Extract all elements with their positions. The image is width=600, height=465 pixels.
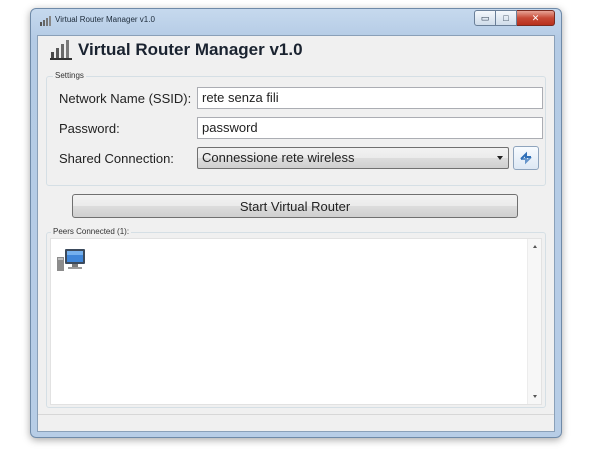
title-bar[interactable]: Virtual Router Manager v1.0 ▭ □ ✕	[31, 9, 561, 35]
minimize-button[interactable]: ▭	[474, 10, 496, 26]
start-button-label: Start Virtual Router	[239, 198, 351, 214]
page-title: Virtual Router Manager v1.0	[78, 40, 303, 59]
ssid-label: Network Name (SSID):	[59, 91, 192, 106]
router-signal-icon	[50, 40, 72, 60]
chevron-down-icon	[497, 156, 503, 160]
computer-icon	[57, 249, 85, 271]
vertical-scrollbar[interactable]	[527, 239, 541, 404]
app-window: Virtual Router Manager v1.0 ▭ □ ✕ Virtua…	[30, 8, 562, 438]
ssid-input[interactable]: rete senza fili	[197, 87, 543, 109]
window-title: Virtual Router Manager v1.0	[55, 15, 155, 24]
shared-connection-value: Connessione rete wireless	[202, 150, 355, 165]
peers-list[interactable]	[50, 238, 542, 405]
page-heading: Virtual Router Manager v1.0	[50, 40, 303, 60]
app-icon	[40, 16, 51, 26]
start-virtual-router-button[interactable]: Start Virtual Router	[72, 194, 518, 218]
list-item[interactable]	[57, 247, 89, 275]
peers-group: Peers Connected (1):	[46, 227, 546, 408]
scroll-down-icon[interactable]	[533, 395, 537, 398]
client-area: Virtual Router Manager v1.0 Settings Net…	[37, 35, 555, 432]
shared-connection-select[interactable]: Connessione rete wireless	[197, 147, 509, 169]
maximize-icon: □	[503, 13, 509, 23]
minimize-icon: ▭	[480, 12, 490, 23]
peers-connected-label: Peers Connected (1):	[51, 227, 132, 236]
refresh-button[interactable]	[513, 146, 539, 170]
shared-connection-label: Shared Connection:	[59, 151, 174, 166]
maximize-button[interactable]: □	[496, 10, 517, 26]
window-controls: ▭ □ ✕	[474, 10, 555, 26]
close-button[interactable]: ✕	[517, 10, 555, 26]
close-icon: ✕	[531, 12, 540, 23]
password-input[interactable]: password	[197, 117, 543, 139]
status-bar	[38, 414, 554, 431]
settings-group: Settings Network Name (SSID): rete senza…	[46, 71, 546, 186]
password-label: Password:	[59, 121, 120, 136]
settings-group-label: Settings	[53, 71, 86, 80]
scroll-up-icon[interactable]	[533, 245, 537, 248]
refresh-icon	[520, 151, 532, 165]
